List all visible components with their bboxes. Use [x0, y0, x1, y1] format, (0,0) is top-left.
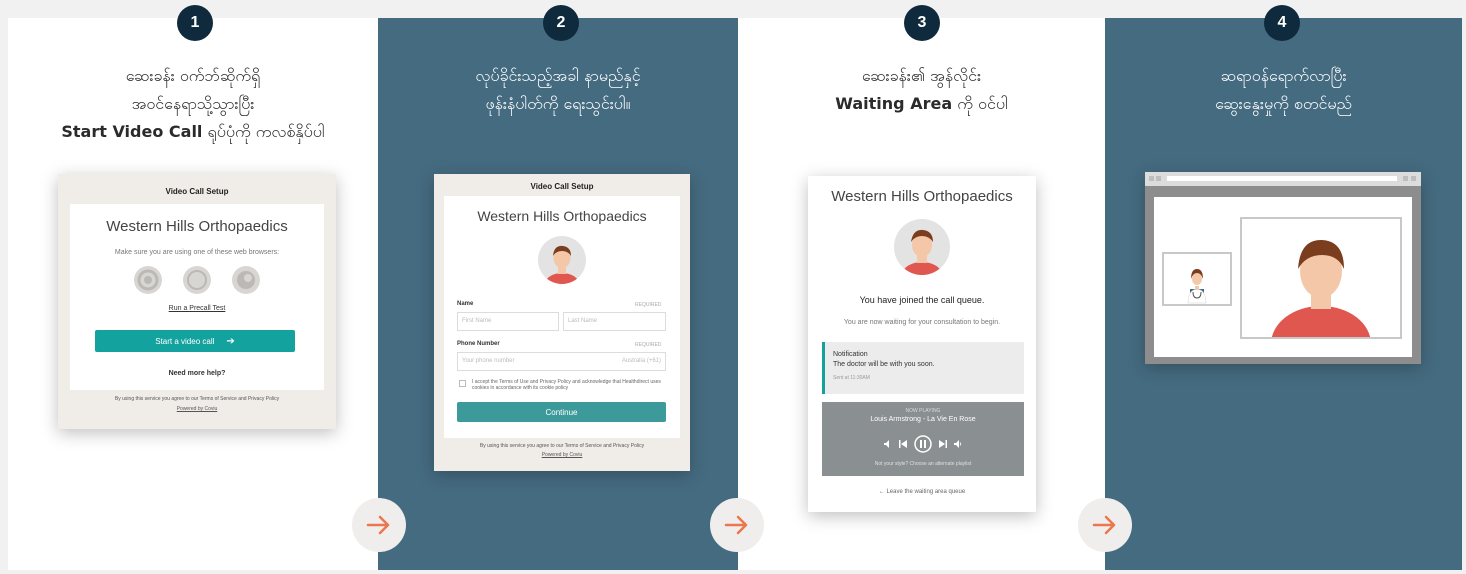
phone-placeholder: Your phone number: [462, 358, 515, 364]
next-step-arrow-2[interactable]: [710, 498, 764, 552]
patient-avatar: [538, 236, 586, 284]
video-call-window-mockup: [1145, 172, 1421, 364]
phone-label: Phone Number: [457, 341, 500, 347]
track-title: Louis Armstrong - La Vie En Rose: [870, 416, 976, 423]
clinic-name: Western Hills Orthopaedics: [831, 188, 1013, 205]
start-video-call-label: Start a video call: [155, 336, 215, 346]
arrow-right-icon: [724, 515, 748, 535]
consent-text: I accept the Terms of Use and Privacy Po…: [472, 379, 661, 391]
call-screen: [1154, 197, 1412, 357]
powered-by: Powered by Coviu: [541, 452, 583, 458]
playlist-note[interactable]: Not your style? Choose an alternate play…: [822, 461, 1024, 467]
contact-form-mockup: Video Call Setup Western Hills Orthopaed…: [434, 174, 690, 471]
mock-header: Video Call Setup: [165, 187, 229, 196]
name-label: Name: [457, 301, 474, 307]
mock-header: Video Call Setup: [530, 182, 594, 191]
clinic-name: Western Hills Orthopaedics: [477, 208, 647, 224]
leave-queue-label: Leave the waiting area queue: [886, 489, 966, 495]
next-track-icon[interactable]: [939, 440, 947, 448]
step-3-line-2: Waiting Area ကို ဝင်ပါ: [748, 90, 1095, 118]
terms-note: By using this service you agree to our T…: [114, 396, 280, 402]
waiting-message: You are now waiting for your consultatio…: [843, 319, 1001, 326]
browser-note: Make sure you are using one of these web…: [114, 249, 280, 256]
queue-joined-heading: You have joined the call queue.: [859, 295, 985, 305]
clinic-name: Western Hills Orthopaedics: [106, 218, 288, 235]
step-1-line-3: Start Video Call ရုပ်ပုံကို ကလစ်နှိပ်ပါ: [18, 118, 368, 146]
leave-queue-link[interactable]: ← Leave the waiting area queue: [808, 489, 1036, 495]
step-1-line-2: အဝင်နေရာသို့သွားပြီး: [131, 94, 255, 113]
start-video-call-button[interactable]: Start a video call ➔: [95, 330, 295, 352]
window-dot-icon: [1149, 176, 1154, 181]
step-2-instruction: လုပ်ခိုင်းသည့်အခါ နာမည်နှင့် ဖုန်းနံပါတ်…: [388, 62, 728, 118]
player-controls: [884, 435, 962, 453]
patient-avatar: [894, 219, 950, 275]
pause-icon[interactable]: [914, 435, 932, 453]
music-player: NOW PLAYING Louis Armstrong - La Vie En …: [822, 402, 1024, 476]
arrow-left-icon: ←: [878, 489, 885, 495]
step-1-badge: 1: [177, 5, 213, 41]
notification-title: Notification: [833, 351, 868, 358]
volume-up-icon[interactable]: [954, 440, 962, 448]
next-step-arrow-1[interactable]: [352, 498, 406, 552]
notification-text: The doctor will be with you soon.: [833, 361, 935, 368]
waiting-area-term: Waiting Area: [835, 94, 953, 113]
remote-video-tile: [1240, 217, 1402, 339]
country-select[interactable]: Australia (+61): [622, 358, 661, 364]
step-4-instruction: ဆရာဝန်ရောက်လာပြီး ဆွေးနွေးမှုကို စတင်မည်: [1115, 62, 1452, 118]
step-4-badge: 4: [1264, 5, 1300, 41]
terms-note: By using this service you agree to our T…: [479, 443, 645, 449]
continue-button[interactable]: Continue: [457, 402, 666, 422]
required-tag: REQUIRED: [635, 342, 662, 348]
first-name-input[interactable]: First Name: [457, 312, 559, 331]
chrome-icon: [134, 266, 162, 294]
window-dot-icon: [1411, 176, 1416, 181]
form-card: Western Hills Orthopaedics Name REQUIRED…: [444, 196, 680, 438]
phone-input[interactable]: Your phone number Australia (+61): [457, 352, 666, 371]
previous-track-icon[interactable]: [899, 440, 907, 448]
last-name-input[interactable]: Last Name: [563, 312, 666, 331]
waiting-area-mockup: Western Hills Orthopaedics You have join…: [808, 176, 1036, 512]
volume-down-icon[interactable]: [884, 440, 892, 448]
step-2-line-2: ဖုန်းနံပါတ်ကို ရေးသွင်းပါ။: [485, 94, 631, 113]
window-dot-icon: [1156, 176, 1161, 181]
notification-time: Sent at 11:30AM: [833, 375, 870, 381]
step-4-line-2: ဆွေးနွေးမှုကို စတင်မည်: [1215, 94, 1352, 113]
step-3-badge: 3: [904, 5, 940, 41]
setup-card: Western Hills Orthopaedics Make sure you…: [70, 204, 324, 390]
address-bar: [1167, 176, 1397, 181]
precall-test-link[interactable]: Run a Precall Test: [70, 305, 324, 312]
arrow-right-icon: ➔: [226, 335, 235, 347]
arrow-right-icon: [1092, 515, 1116, 535]
step-2-badge: 2: [543, 5, 579, 41]
browser-bar: [1145, 172, 1421, 186]
step-3-instruction: ဆေးခန်း၏ အွန်လိုင်း Waiting Area ကို ဝင်…: [748, 62, 1095, 118]
help-link[interactable]: Need more help?: [70, 370, 324, 377]
next-step-arrow-3[interactable]: [1078, 498, 1132, 552]
self-view-tile: [1162, 252, 1232, 306]
step-2-line-1: လုပ်ခိုင်းသည့်အခါ နာမည်နှင့်: [475, 66, 641, 85]
patient-avatar-icon: [1271, 239, 1371, 337]
consent-checkbox[interactable]: [459, 380, 466, 387]
safari-icon: [183, 266, 211, 294]
step-4-line-1: ဆရာဝန်ရောက်လာပြီး: [1220, 66, 1347, 85]
step-3-line-2-rest: ကို ဝင်ပါ: [952, 94, 1008, 113]
step-1-line-1: ဆေးခန်း ဝက်ဘ်ဆိုက်ရှိ: [125, 66, 261, 85]
video-call-setup-mockup: Video Call Setup Western Hills Orthopaed…: [58, 174, 336, 429]
step-1-instruction: ဆေးခန်း ဝက်ဘ်ဆိုက်ရှိ အဝင်နေရာသို့သွားပြ…: [18, 62, 368, 146]
doctor-avatar-icon: [1187, 269, 1207, 304]
firefox-icon: [232, 266, 260, 294]
step-1-line-3-rest: ရုပ်ပုံကို ကလစ်နှိပ်ပါ: [202, 122, 325, 141]
step-3-line-1: ဆေးခန်း၏ အွန်လိုင်း: [861, 66, 982, 85]
window-dot-icon: [1403, 176, 1408, 181]
now-playing-label: NOW PLAYING: [905, 408, 941, 414]
start-video-call-term: Start Video Call: [61, 122, 203, 141]
powered-by: Powered by Coviu: [176, 406, 218, 412]
required-tag: REQUIRED: [635, 302, 662, 308]
notification-box: Notification The doctor will be with you…: [822, 342, 1024, 394]
arrow-right-icon: [366, 515, 390, 535]
